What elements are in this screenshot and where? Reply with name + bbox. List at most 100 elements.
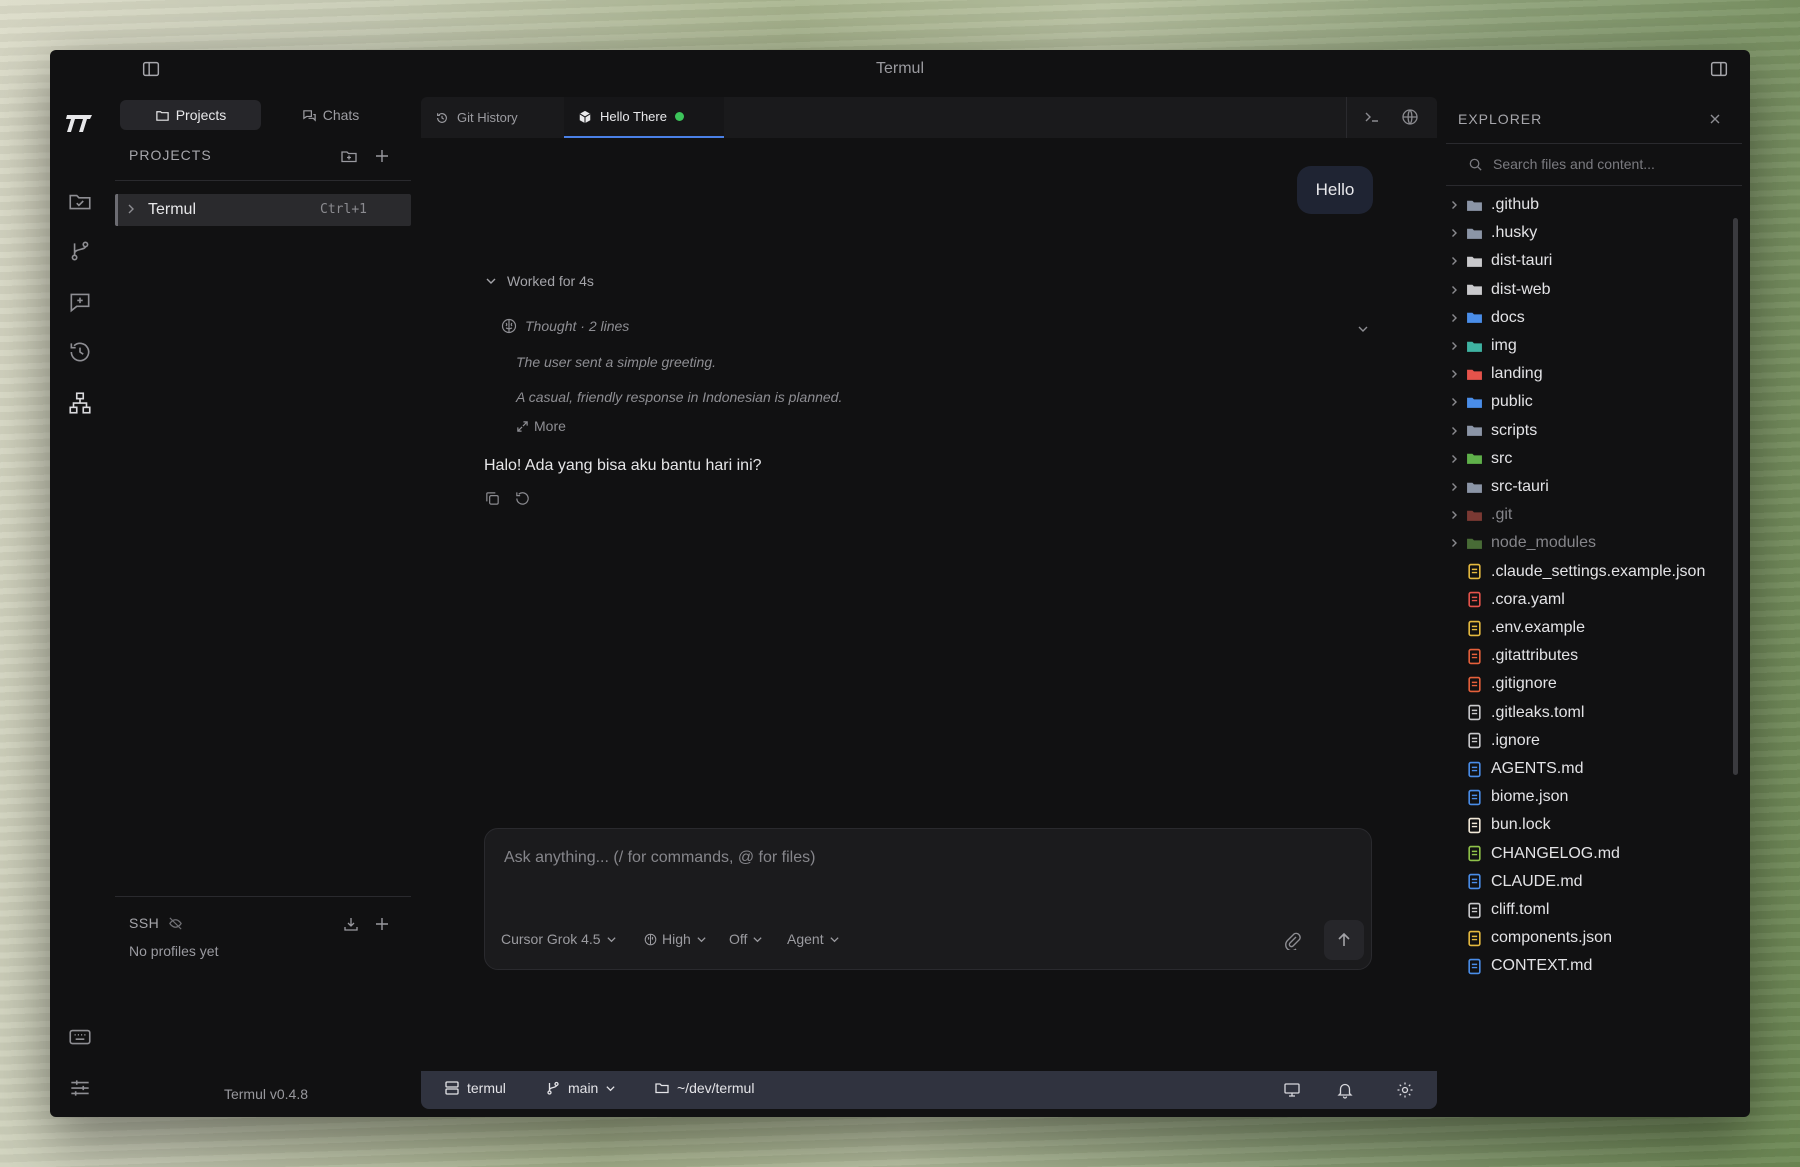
workspace-status[interactable]: termul [444,1080,506,1096]
tree-item-label: docs [1491,308,1525,326]
tree-file[interactable]: .cora.yaml [1448,586,1738,614]
tree-folder[interactable]: docs [1448,304,1738,332]
composer-input[interactable]: Ask anything... (/ for commands, @ for f… [504,849,815,867]
tree-item-label: dist-tauri [1491,252,1553,270]
tree-folder[interactable]: src [1448,445,1738,473]
tree-folder[interactable]: dist-web [1448,276,1738,304]
tab-hello-there-label: Hello There [600,109,667,124]
tree-folder[interactable]: node_modules [1448,529,1738,557]
tree-folder[interactable]: public [1448,388,1738,416]
tree-file[interactable]: .claude_settings.example.json [1448,558,1738,586]
tree-folder[interactable]: scripts [1448,417,1738,445]
copy-icon[interactable] [484,490,501,507]
projects-folder-icon[interactable] [67,188,93,214]
thought-line: A casual, friendly response in Indonesia… [516,389,843,405]
chevron-right-icon [1448,481,1460,493]
sliders-icon[interactable] [67,1075,93,1101]
tree-file[interactable]: .ignore [1448,727,1738,755]
cube-icon [578,110,592,124]
search-input[interactable]: Search files and content... [1493,156,1655,172]
tree-file[interactable]: .gitignore [1448,670,1738,698]
effort-selector[interactable]: High [644,931,707,947]
workspace-tree-icon[interactable] [67,390,93,416]
chevron-down-icon [605,1083,616,1094]
mode-selector[interactable]: Agent [787,931,840,947]
git-branch-icon[interactable] [67,238,93,264]
tree-item-label: node_modules [1491,534,1596,552]
tree-file[interactable]: AGENTS.md [1448,755,1738,783]
tree-file[interactable]: biome.json [1448,783,1738,811]
tree-file[interactable]: CHANGELOG.md [1448,840,1738,868]
search-icon [1468,157,1483,172]
tab-hello-there[interactable]: Hello There [564,97,724,138]
thought-header[interactable]: Thought · 2 lines [501,318,629,334]
gear-icon[interactable] [1396,1081,1414,1099]
add-folder-icon[interactable] [340,147,358,165]
tree-item-label: .cora.yaml [1491,590,1565,608]
explorer-scrollbar[interactable] [1733,218,1738,775]
tree-file[interactable]: .gitattributes [1448,642,1738,670]
tree-folder[interactable]: img [1448,332,1738,360]
regenerate-icon[interactable] [514,490,531,507]
project-item[interactable]: Termul Ctrl+1 [115,194,411,226]
history-icon[interactable] [67,339,93,365]
tree-item-label: .gitignore [1491,675,1557,693]
tree-file[interactable]: .gitleaks.toml [1448,699,1738,727]
more-button[interactable]: More [516,418,566,434]
tab-chats[interactable]: Chats [261,100,400,130]
tree-folder[interactable]: dist-tauri [1448,247,1738,275]
chevron-down-icon [606,934,617,945]
folder-husky-icon [1466,225,1483,242]
add-ssh-icon[interactable] [373,915,391,933]
git-icon [1466,648,1483,665]
tab-git-history[interactable]: Git History [421,97,564,138]
worked-summary[interactable]: Worked for 4s [485,273,594,289]
chevron-right-icon [124,202,138,216]
tree-file[interactable]: .env.example [1448,614,1738,642]
tree-folder[interactable]: landing [1448,360,1738,388]
chevron-right-icon [1448,340,1460,352]
tree-item-label: dist-web [1491,280,1551,298]
tree-file[interactable]: CLAUDE.md [1448,868,1738,896]
mode-label: Agent [787,931,824,947]
globe-icon[interactable] [1400,107,1420,127]
add-project-icon[interactable] [373,147,391,165]
tree-folder[interactable]: .git [1448,501,1738,529]
changelog-icon [1466,845,1483,862]
paperclip-icon[interactable] [1282,930,1302,950]
toggle-selector[interactable]: Off [729,931,763,947]
tree-item-label: img [1491,337,1517,354]
tree-item-label: scripts [1491,421,1538,439]
explorer-search[interactable]: Search files and content... [1468,156,1655,172]
bell-icon[interactable] [1336,1081,1354,1099]
close-icon[interactable] [1708,112,1722,126]
monitor-icon[interactable] [1283,1081,1301,1099]
tree-folder[interactable]: .github [1448,191,1738,219]
project-shortcut: Ctrl+1 [320,202,367,217]
tab-projects[interactable]: Projects [120,100,261,130]
branch-status[interactable]: main [545,1080,616,1096]
tree-folder[interactable]: src-tauri [1448,473,1738,501]
yaml-icon [1466,591,1483,608]
thought-line: The user sent a simple greeting. [516,354,716,370]
toml-icon [1466,902,1483,919]
model-selector[interactable]: Cursor Grok 4.5 [501,931,617,947]
toggle-right-sidebar-icon[interactable] [1708,58,1730,80]
chevron-right-icon [1448,537,1460,549]
chevron-down-icon[interactable] [1356,322,1370,336]
explorer-divider [1446,143,1742,144]
keyboard-icon[interactable] [67,1024,93,1050]
path-status[interactable]: ~/dev/termul [654,1080,754,1096]
new-chat-icon[interactable] [67,289,93,315]
tree-folder[interactable]: .husky [1448,219,1738,247]
send-button[interactable] [1324,920,1364,960]
tree-file[interactable]: cliff.toml [1448,896,1738,924]
tree-file[interactable]: CONTEXT.md [1448,952,1738,980]
terminal-icon[interactable] [1362,107,1382,127]
tree-item-label: .gitattributes [1491,647,1579,665]
tree-file[interactable]: bun.lock [1448,811,1738,839]
import-ssh-icon[interactable] [342,915,360,933]
tree-item-label: .ignore [1491,731,1540,749]
server-icon [444,1080,460,1096]
tree-file[interactable]: components.json [1448,924,1738,952]
